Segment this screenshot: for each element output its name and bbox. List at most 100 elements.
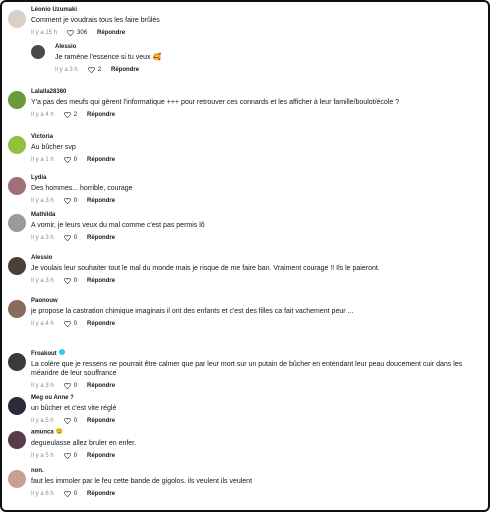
comment-username[interactable]: amunca [31, 430, 54, 436]
comment-text: Je ramène l'essence si tu veux 🥰 [55, 54, 162, 61]
like-count: 0 [73, 418, 78, 424]
comments-panel: Léonio Uzumaki Comment je voudrais tous … [0, 0, 490, 512]
heart-icon [63, 157, 71, 163]
comment-text: A vomir, je leurs veux du mal comme c'es… [31, 222, 205, 229]
like-count: 0 [73, 491, 78, 497]
reply-button[interactable]: Répondre [87, 111, 115, 119]
heart-icon [63, 383, 71, 389]
avatar[interactable] [8, 257, 26, 275]
comment-time: Il y a 5 h [31, 452, 54, 459]
avatar[interactable] [8, 431, 26, 449]
comment-text: Des hommes... horrible, courage [31, 185, 133, 192]
comment-username[interactable]: Paonouw [31, 297, 484, 305]
verified-icon [58, 349, 65, 356]
like-button[interactable]: 0 [63, 234, 78, 242]
comment-username-row[interactable]: amunca 😉 [31, 428, 484, 437]
comment-time: Il y a 5 h [31, 418, 54, 424]
comment-time: Il y a 1 h [31, 157, 54, 163]
reply-button[interactable]: Répondre [87, 277, 115, 285]
comment-username[interactable]: Meg ou Anne ? [31, 394, 484, 402]
heart-icon [63, 452, 71, 459]
like-button[interactable]: 0 [63, 490, 78, 498]
avatar[interactable] [8, 136, 26, 154]
comment-time: Il y a 15 h [31, 30, 58, 36]
like-button[interactable]: 306 [67, 29, 87, 37]
comment-username[interactable]: Lydia [31, 174, 484, 182]
like-count: 0 [73, 321, 78, 327]
like-count: 0 [73, 235, 78, 241]
avatar[interactable] [8, 214, 26, 232]
comment-username[interactable]: Victoria [31, 133, 484, 141]
avatar[interactable] [8, 177, 26, 195]
like-button[interactable]: 2 [63, 111, 78, 119]
heart-icon [63, 112, 71, 118]
like-count: 2 [97, 67, 102, 73]
comment-text: Y'a pas des meufs qui gèrent l'informati… [31, 99, 400, 106]
like-count: 2 [73, 112, 78, 118]
like-button[interactable]: 2 [87, 66, 102, 74]
comment-time: Il y a 3 h [31, 383, 54, 389]
heart-icon [67, 30, 74, 36]
reply-button[interactable]: Répondre [87, 156, 115, 164]
comment-text: La colère que je ressens ne pourrait êtr… [31, 361, 463, 377]
comment-username[interactable]: Léonio Uzumaki [31, 6, 484, 14]
heart-icon [63, 491, 71, 497]
like-count: 0 [73, 157, 78, 163]
like-count: 0 [73, 452, 78, 459]
comment-text: Comment je voudrais tous les faire brûlé… [31, 17, 160, 24]
reply-button[interactable]: Répondre [87, 490, 115, 498]
reply-button[interactable]: Répondre [111, 66, 139, 74]
heart-icon [87, 67, 95, 73]
like-button[interactable]: 0 [63, 452, 78, 460]
avatar[interactable] [8, 397, 26, 415]
like-button[interactable]: 0 [63, 417, 78, 425]
comment-username[interactable]: Froakout [31, 351, 57, 357]
comment-username-row[interactable]: Froakout [31, 349, 484, 358]
smile-emoji-icon: 😉 [55, 429, 64, 435]
heart-icon [63, 198, 71, 204]
reply-button[interactable]: Répondre [87, 417, 115, 425]
like-count: 0 [73, 198, 78, 204]
heart-icon [63, 278, 71, 284]
comment-text: faut les immoler par le feu cette bande … [31, 478, 253, 485]
like-button[interactable]: 0 [63, 320, 78, 328]
avatar[interactable] [8, 10, 26, 28]
reply-button[interactable]: Répondre [87, 382, 115, 390]
heart-icon [63, 321, 71, 327]
avatar[interactable] [8, 353, 26, 371]
avatar[interactable] [31, 45, 45, 59]
avatar[interactable] [8, 91, 26, 109]
comment-username[interactable]: non. [31, 467, 484, 475]
comment-username[interactable]: Lalalla28360 [31, 88, 484, 96]
reply-button[interactable]: Répondre [87, 197, 115, 205]
like-button[interactable]: 0 [63, 156, 78, 164]
comment-time: Il y a 4 h [31, 112, 54, 118]
comment-text: Au bûcher svp [31, 144, 76, 151]
comment-text: je propose la castration chimique imagin… [31, 308, 354, 315]
comment-time: Il y a 3 h [31, 198, 54, 204]
heart-icon [63, 235, 71, 241]
like-count: 0 [73, 383, 78, 389]
like-count: 0 [73, 278, 78, 284]
comment-username[interactable]: Mathilda [31, 211, 484, 219]
comment-username[interactable]: Alessio [55, 43, 484, 51]
comment-time: Il y a 3 h [31, 235, 54, 241]
reply-button[interactable]: Répondre [97, 29, 125, 37]
reply-button[interactable]: Répondre [87, 234, 115, 242]
comment-text: Je voulais leur souhaiter tout le mal du… [31, 265, 380, 272]
like-button[interactable]: 0 [63, 197, 78, 205]
comment-time: Il y a 4 h [31, 321, 54, 327]
comment-username[interactable]: Alessio [31, 254, 484, 262]
avatar[interactable] [8, 300, 26, 318]
like-count: 306 [77, 30, 88, 36]
like-button[interactable]: 0 [63, 277, 78, 285]
reply-button[interactable]: Répondre [87, 452, 115, 460]
comment-time: Il y a 6 h [31, 491, 54, 497]
reply-button[interactable]: Répondre [87, 320, 115, 328]
avatar[interactable] [8, 470, 26, 488]
comment-time: Il y a 3 h [55, 67, 78, 73]
comment-text: un bûcher et c'est vite réglé [31, 405, 117, 412]
comment-time: Il y a 3 h [31, 278, 54, 284]
like-button[interactable]: 0 [63, 382, 78, 390]
comment-text: degueulasse allez bruler en enfer. [31, 439, 137, 447]
